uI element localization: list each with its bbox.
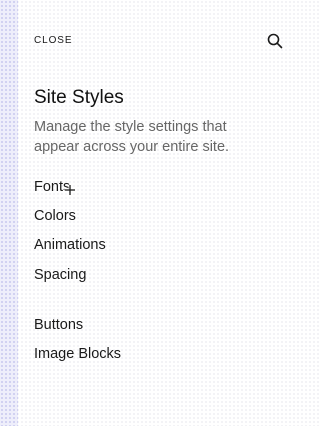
nav-item-animations[interactable]: Animations <box>34 237 106 253</box>
site-styles-panel: CLOSE Site Styles Manage the style setti… <box>18 0 300 426</box>
nav-item-buttons[interactable]: Buttons <box>34 317 83 333</box>
nav-item-colors[interactable]: Colors <box>34 208 76 224</box>
close-button[interactable]: CLOSE <box>34 35 72 46</box>
canvas-edge-strip <box>0 0 18 426</box>
page-description: Manage the style settings that appear ac… <box>34 119 230 155</box>
search-icon[interactable] <box>266 32 284 50</box>
page-title: Site Styles <box>34 87 124 108</box>
nav-item-spacing[interactable]: Spacing <box>34 267 86 283</box>
move-cursor-icon <box>64 183 76 196</box>
nav-item-image-blocks[interactable]: Image Blocks <box>34 346 121 362</box>
